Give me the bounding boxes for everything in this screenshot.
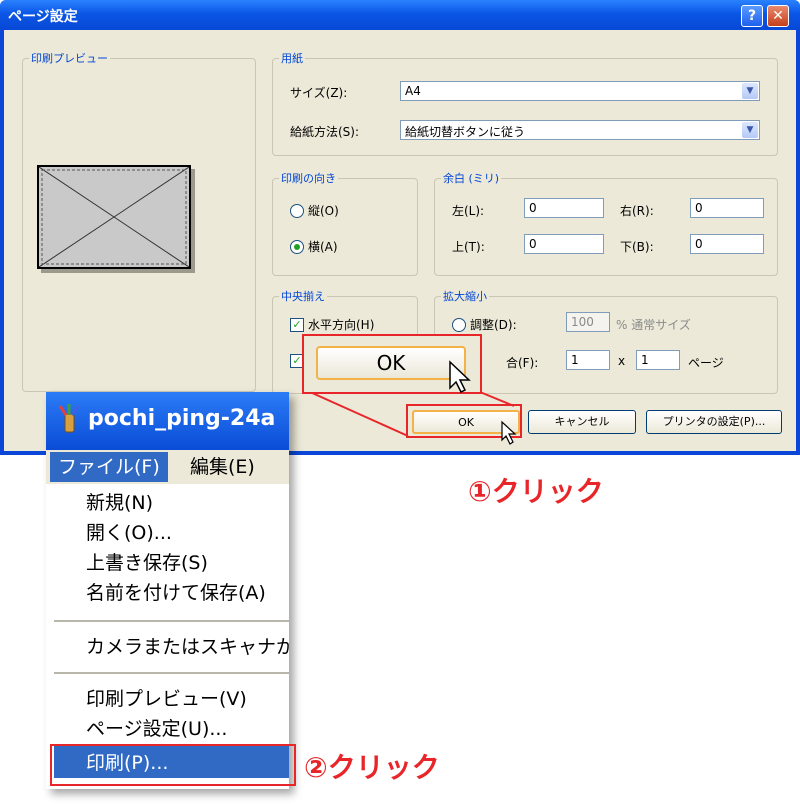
cancel-button[interactable]: キャンセル [528, 410, 636, 434]
landscape-radio[interactable] [290, 240, 304, 254]
menu-file[interactable]: ファイル(F) [50, 452, 168, 482]
margin-right-label: 右(R): [620, 204, 654, 218]
close-button[interactable]: ✕ [767, 5, 789, 27]
portrait-label: 縦(O) [308, 204, 339, 218]
menu-separator [54, 672, 289, 674]
margins-legend: 余白 (ミリ) [443, 172, 500, 185]
adjust-radio[interactable] [452, 318, 466, 332]
menu-edit[interactable]: 編集(E) [182, 452, 263, 482]
preview-cross-icon [39, 167, 189, 267]
help-button[interactable]: ? [741, 5, 763, 27]
adjust-input[interactable]: 100 [566, 312, 610, 332]
preview-legend: 印刷プレビュー [31, 52, 108, 65]
chevron-down-icon[interactable]: ▼ [742, 83, 758, 99]
print-highlight-box [50, 744, 296, 786]
adjust-suffix: % 通常サイズ [616, 318, 691, 332]
landscape-label: 横(A) [308, 240, 338, 254]
scaling-legend: 拡大縮小 [443, 290, 487, 303]
margin-top-label: 上(T): [452, 240, 485, 254]
paper-group: 用紙 [272, 50, 778, 156]
dialog-title: ページ設定 [8, 9, 78, 25]
horizontal-center-checkbox[interactable]: ✓ [290, 318, 304, 332]
adjust-label: 調整(D): [470, 318, 517, 332]
horizontal-center-label: 水平方向(H) [308, 318, 375, 332]
zoomed-ok-button[interactable]: OK [316, 346, 466, 380]
margin-right-input[interactable]: 0 [690, 198, 764, 218]
fit-width-input[interactable]: 1 [566, 350, 610, 370]
orientation-group: 印刷の向き [272, 170, 418, 276]
paper-source-value: 給紙切替ボタンに従う [405, 125, 526, 139]
preview-image [37, 165, 191, 269]
menubar: ファイル(F) 編集(E) [46, 450, 289, 484]
margin-left-input[interactable]: 0 [524, 198, 604, 218]
menu-item-page-setup[interactable]: ページ設定(U)... [86, 714, 227, 741]
menu-item-print-preview[interactable]: 印刷プレビュー(V) [86, 684, 247, 711]
margin-bottom-label: 下(B): [620, 240, 654, 254]
paper-source-label: 給紙方法(S): [290, 125, 360, 139]
fit-pages-suffix: ページ [688, 356, 724, 370]
dialog-titlebar[interactable]: ページ設定 ? ✕ [0, 0, 800, 30]
mouse-cursor-icon [501, 420, 517, 445]
menu-item-save-as[interactable]: 名前を付けて保存(A) [86, 578, 266, 605]
scaling-group: 拡大縮小 [434, 288, 778, 394]
menu-item-from-scanner[interactable]: カメラまたはスキャナから [86, 632, 289, 659]
margin-top-input[interactable]: 0 [524, 234, 604, 254]
paper-size-select[interactable]: A4 ▼ [400, 81, 760, 101]
zoomed-ok-callout: OK [302, 334, 482, 394]
margin-bottom-input[interactable]: 0 [690, 234, 764, 254]
step1-annotation: ①クリック [468, 475, 604, 508]
fit-times-label: x [618, 354, 626, 368]
menu-separator [54, 620, 289, 622]
app-titlebar[interactable]: pochi_ping-24a [46, 392, 289, 450]
paint-app-icon [58, 404, 80, 433]
step2-annotation: ②クリック [304, 751, 440, 784]
paper-size-value: A4 [405, 84, 421, 98]
portrait-radio[interactable] [290, 204, 304, 218]
menu-item-open[interactable]: 開く(O)... [86, 518, 172, 545]
paper-legend: 用紙 [281, 52, 303, 65]
printer-settings-button[interactable]: プリンタの設定(P)... [646, 410, 782, 434]
fit-height-input[interactable]: 1 [636, 350, 680, 370]
paper-size-label: サイズ(Z): [290, 86, 348, 100]
menu-item-new[interactable]: 新規(N) [86, 488, 153, 515]
menu-item-save[interactable]: 上書き保存(S) [86, 548, 208, 575]
paint-window: pochi_ping-24a ファイル(F) 編集(E) 新規(N) 開く(O)… [46, 392, 289, 789]
margin-left-label: 左(L): [452, 204, 485, 218]
margins-group: 余白 (ミリ) [434, 170, 778, 276]
fit-label: 合(F): [506, 356, 539, 370]
app-title: pochi_ping-24a [88, 406, 276, 431]
chevron-down-icon[interactable]: ▼ [742, 122, 758, 138]
centering-legend: 中央揃え [281, 290, 325, 303]
paper-source-select[interactable]: 給紙切替ボタンに従う ▼ [400, 120, 760, 140]
orientation-legend: 印刷の向き [281, 172, 336, 185]
mouse-cursor-icon [449, 360, 471, 394]
